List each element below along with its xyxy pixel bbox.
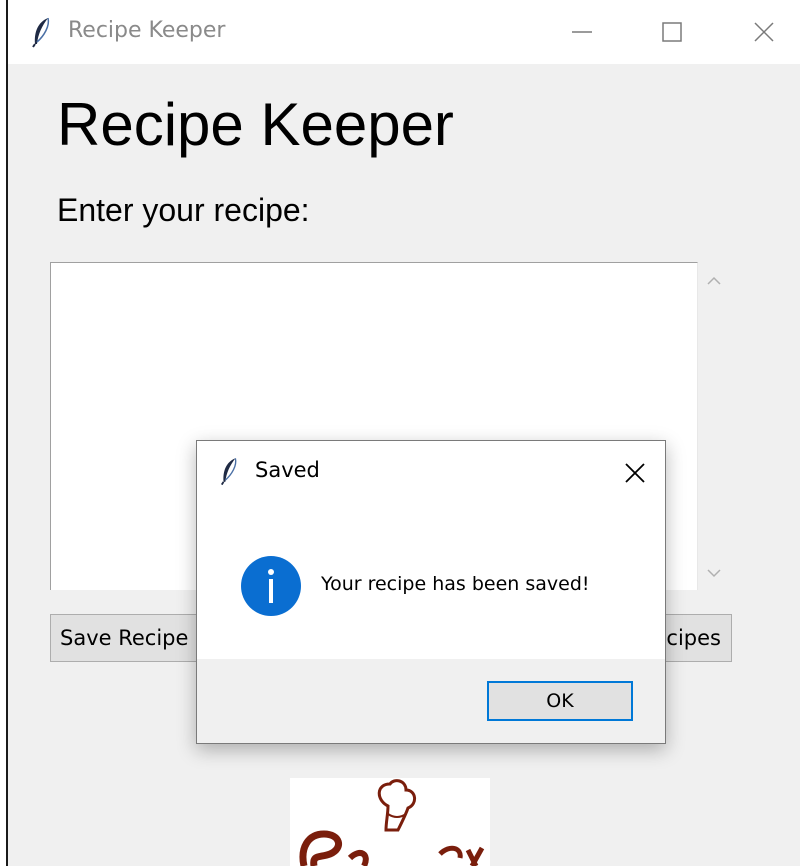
- info-icon: [241, 556, 301, 616]
- page-title: Recipe Keeper: [57, 91, 454, 158]
- recipe-prompt-label: Enter your recipe:: [57, 192, 310, 228]
- dialog-body: Your recipe has been saved!: [197, 503, 665, 659]
- window-frame-edge: [0, 0, 8, 866]
- window-title: Recipe Keeper: [68, 18, 226, 43]
- recipe-logo-image: [290, 778, 490, 866]
- feather-icon: [219, 455, 239, 491]
- minimize-button[interactable]: [560, 12, 604, 52]
- saved-dialog: Saved Your recipe has been saved! OK: [196, 440, 666, 744]
- feather-icon: [30, 16, 52, 52]
- chevron-up-icon[interactable]: [706, 272, 722, 291]
- dialog-message: Your recipe has been saved!: [321, 573, 590, 595]
- title-bar[interactable]: Recipe Keeper: [8, 0, 800, 64]
- save-recipe-button[interactable]: Save Recipe: [50, 614, 210, 662]
- recipe-scrollbar[interactable]: [698, 262, 732, 590]
- maximize-button[interactable]: [650, 12, 694, 52]
- dialog-title-bar[interactable]: Saved: [197, 441, 665, 503]
- dialog-title: Saved: [255, 458, 320, 482]
- ok-button[interactable]: OK: [487, 681, 633, 721]
- chevron-down-icon[interactable]: [706, 564, 722, 583]
- close-button[interactable]: [742, 12, 786, 52]
- dialog-close-button[interactable]: [615, 453, 655, 493]
